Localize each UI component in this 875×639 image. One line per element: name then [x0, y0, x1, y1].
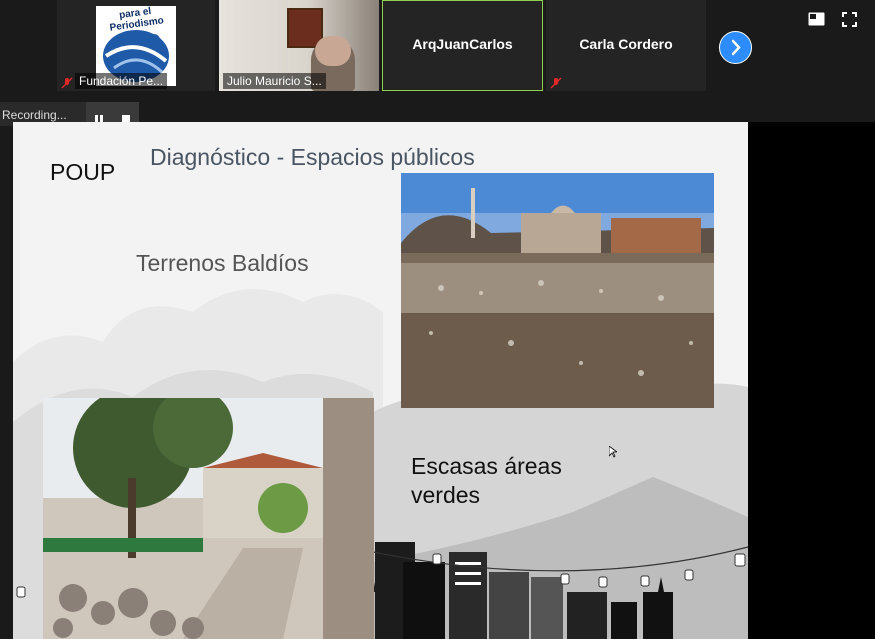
layout-icon	[808, 12, 825, 26]
shared-slide: POUP Diagnóstico - Espacios públicos Ter…	[13, 122, 748, 639]
participant-name: Fundación Pe...	[75, 73, 168, 89]
participant-tile-carla[interactable]: Carla Cordero	[546, 0, 706, 91]
mic-muted-icon	[61, 76, 73, 89]
slide-text-green-areas: Escasas áreas verdes	[411, 453, 562, 508]
view-mode-button[interactable]	[808, 12, 825, 26]
fullscreen-icon	[842, 12, 857, 27]
mic-muted-icon	[550, 76, 562, 89]
participant-name: ArqJuanCarlos	[412, 36, 513, 52]
street-photo	[43, 398, 374, 639]
fullscreen-button[interactable]	[842, 12, 857, 27]
stop-recording-button[interactable]	[122, 110, 130, 123]
participant-tile-fundacion[interactable]: para el Periodismo Fundación Pe...	[57, 0, 215, 91]
empty-area	[748, 122, 875, 639]
participant-tile-julio[interactable]: Julio Mauricio S...	[219, 0, 379, 91]
participant-name: Carla Cordero	[579, 36, 673, 52]
pause-recording-button[interactable]	[95, 110, 103, 123]
slide-poup-label: POUP	[50, 159, 116, 185]
slide-title: Diagnóstico - Espacios públicos	[150, 144, 475, 170]
mouse-cursor-icon	[608, 445, 619, 458]
next-page-button[interactable]	[719, 31, 752, 64]
recording-label: Recording...	[2, 108, 67, 122]
participant-tile-arqjuancarlos[interactable]: ArqJuanCarlos	[382, 0, 543, 91]
vacant-lot-photo	[401, 173, 714, 408]
participant-name: Julio Mauricio S...	[223, 73, 326, 89]
chevron-right-icon	[731, 39, 741, 56]
slide-subtitle: Terrenos Baldíos	[136, 250, 309, 276]
